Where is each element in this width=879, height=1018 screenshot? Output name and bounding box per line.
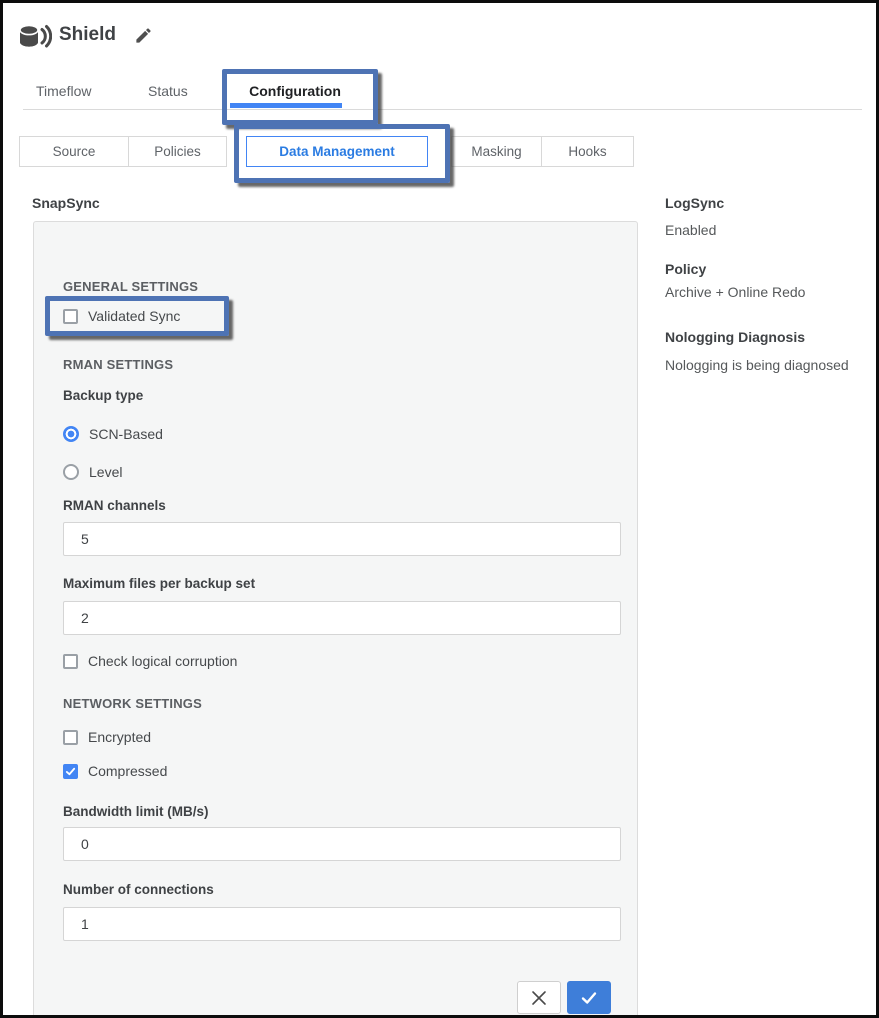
bandwidth-limit-label: Bandwidth limit (MB/s) — [63, 804, 209, 819]
check-logical-corruption-label: Check logical corruption — [88, 653, 237, 669]
compressed-row[interactable]: Compressed — [63, 763, 167, 779]
encrypted-row[interactable]: Encrypted — [63, 729, 151, 745]
level-radio[interactable] — [63, 464, 79, 480]
validated-sync-checkbox-row[interactable]: Validated Sync — [63, 308, 180, 324]
validated-sync-checkbox[interactable] — [63, 309, 78, 324]
nologging-heading: Nologging Diagnosis — [665, 329, 805, 345]
compressed-label: Compressed — [88, 763, 167, 779]
edit-pencil-icon[interactable] — [134, 26, 153, 45]
check-logical-corruption-row[interactable]: Check logical corruption — [63, 653, 237, 669]
x-icon — [530, 989, 548, 1007]
subtab-masking[interactable]: Masking — [451, 136, 542, 167]
active-tab-underline — [230, 103, 342, 108]
policy-heading: Policy — [665, 261, 706, 277]
subtab-source[interactable]: Source — [19, 136, 129, 167]
tab-timeflow[interactable]: Timeflow — [36, 83, 92, 99]
backup-type-option-scn[interactable]: SCN-Based — [63, 426, 163, 442]
max-files-input[interactable] — [63, 601, 621, 635]
connections-input[interactable] — [63, 907, 621, 941]
cancel-button[interactable] — [517, 981, 561, 1014]
logsync-heading: LogSync — [665, 195, 724, 211]
scn-based-label: SCN-Based — [89, 426, 163, 442]
rman-channels-label: RMAN channels — [63, 498, 166, 513]
tabbar-divider — [23, 109, 862, 110]
tab-status[interactable]: Status — [148, 83, 188, 99]
backup-type-label: Backup type — [63, 388, 143, 403]
backup-type-option-level[interactable]: Level — [63, 464, 122, 480]
max-files-label: Maximum files per backup set — [63, 576, 255, 591]
scn-based-radio[interactable] — [63, 426, 79, 442]
dsource-database-icon — [18, 23, 52, 51]
subtab-data-management[interactable]: Data Management — [246, 136, 428, 167]
network-settings-heading: NETWORK SETTINGS — [63, 696, 202, 711]
encrypted-checkbox[interactable] — [63, 730, 78, 745]
connections-label: Number of connections — [63, 882, 214, 897]
rman-channels-input[interactable] — [63, 522, 621, 556]
rman-settings-heading: RMAN SETTINGS — [63, 357, 173, 372]
confirm-button[interactable] — [567, 981, 611, 1014]
subtab-hooks[interactable]: Hooks — [541, 136, 634, 167]
logsync-status: Enabled — [665, 222, 716, 238]
tab-configuration[interactable]: Configuration — [227, 83, 363, 99]
snapsync-section-title: SnapSync — [32, 195, 100, 211]
check-logical-corruption-checkbox[interactable] — [63, 654, 78, 669]
bandwidth-limit-input[interactable] — [63, 827, 621, 861]
policy-value: Archive + Online Redo — [665, 284, 805, 300]
compressed-checkbox[interactable] — [63, 764, 78, 779]
page-title: Shield — [59, 24, 116, 46]
encrypted-label: Encrypted — [88, 729, 151, 745]
snapsync-panel: GENERAL SETTINGS Validated Sync RMAN SET… — [33, 221, 638, 1018]
general-settings-heading: GENERAL SETTINGS — [63, 279, 198, 294]
subtab-policies[interactable]: Policies — [128, 136, 227, 167]
check-icon — [65, 766, 76, 777]
validated-sync-label: Validated Sync — [88, 308, 180, 324]
nologging-value: Nologging is being diagnosed — [665, 357, 849, 373]
check-icon — [580, 989, 598, 1007]
level-label: Level — [89, 464, 122, 480]
dataset-configuration-page: Shield Timeflow Status Configuration Sou… — [0, 0, 879, 1018]
